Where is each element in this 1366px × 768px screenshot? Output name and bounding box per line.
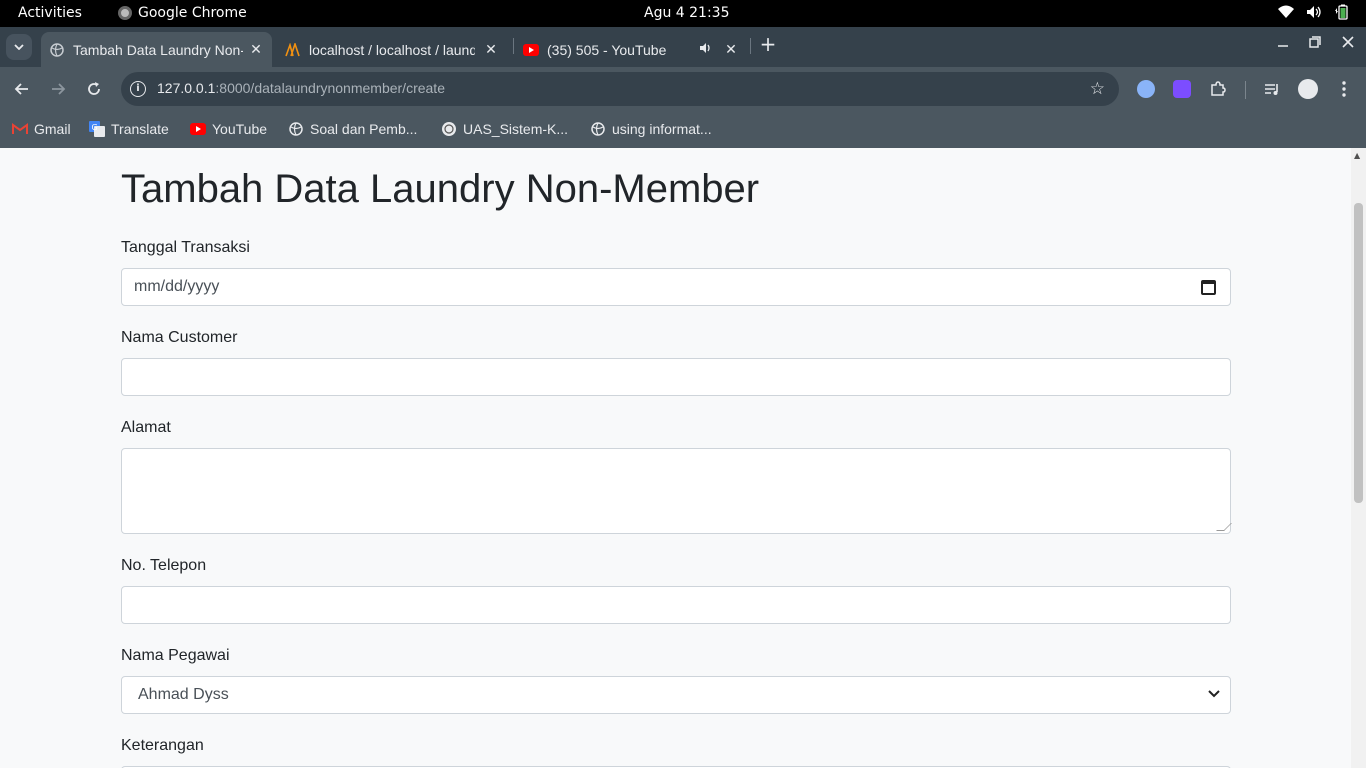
bookmark-soal-dan-pemb[interactable]: Soal dan Pemb...: [288, 119, 417, 139]
tab-title: (35) 505 - YouTube: [547, 41, 667, 58]
nama-pegawai-select[interactable]: Ahmad Dyss: [121, 676, 1231, 714]
extension-1-icon[interactable]: [1137, 80, 1155, 98]
university-icon: [441, 121, 457, 137]
extension-2-icon[interactable]: [1173, 80, 1191, 98]
no-telepon-label: No. Telepon: [121, 557, 207, 574]
minimize-button[interactable]: [1273, 36, 1293, 52]
clock[interactable]: Agu 4 21:35: [644, 5, 730, 21]
close-window-button[interactable]: [1338, 36, 1358, 52]
bookmark-youtube[interactable]: YouTube: [190, 119, 267, 139]
restore-icon: [1309, 36, 1321, 48]
bookmark-uas-sistem[interactable]: UAS_Sistem-K...: [441, 119, 568, 139]
tab-youtube[interactable]: (35) 505 - YouTube ✕: [515, 32, 747, 67]
tab-separator: [513, 38, 514, 54]
toolbar-divider: [1245, 81, 1246, 99]
youtube-icon: [190, 121, 206, 137]
page-title: Tambah Data Laundry Non-Member: [121, 167, 760, 211]
resize-handle-icon[interactable]: [1216, 523, 1232, 531]
svg-text:G: G: [92, 123, 98, 132]
nama-pegawai-label: Nama Pegawai: [121, 647, 230, 664]
media-controls-icon[interactable]: [1263, 80, 1281, 98]
tab-separator: [750, 38, 751, 54]
url-host: 127.0.0.1: [157, 80, 216, 96]
reload-button[interactable]: [84, 79, 104, 99]
close-tab-icon[interactable]: ✕: [248, 41, 264, 57]
bookmarks-bar: Gmail G Translate YouTube Soal dan Pemb.…: [0, 112, 1366, 148]
alamat-textarea[interactable]: [121, 448, 1232, 534]
bookmark-star-icon[interactable]: ☆: [1090, 79, 1105, 99]
battery-icon: [1334, 4, 1350, 20]
bookmark-label: YouTube: [212, 121, 268, 137]
nama-pegawai-selected: Ahmad Dyss: [138, 686, 229, 703]
address-bar[interactable]: i 127.0.0.1:8000/datalaundrynonmember/cr…: [121, 72, 1119, 106]
page-content: Tambah Data Laundry Non-Member Tanggal T…: [0, 148, 1351, 768]
new-tab-button[interactable]: +: [758, 34, 778, 54]
globe-icon: [590, 121, 606, 137]
browser-toolbar: i 127.0.0.1:8000/datalaundrynonmember/cr…: [0, 67, 1366, 112]
tanggal-transaksi-input[interactable]: mm/dd/yyyy: [121, 268, 1231, 306]
page-scrollbar[interactable]: ▲: [1351, 148, 1366, 768]
bookmark-label: Translate: [111, 121, 169, 137]
minimize-icon: [1278, 45, 1288, 47]
alamat-label: Alamat: [121, 419, 171, 436]
arrow-right-icon: [52, 83, 66, 95]
bookmark-label: using informat...: [612, 121, 712, 137]
tab-title: Tambah Data Laundry Non-Member: [73, 41, 243, 58]
close-icon: [1342, 36, 1354, 48]
bookmark-label: Soal dan Pemb...: [310, 121, 418, 137]
chrome-icon: [118, 6, 132, 20]
youtube-icon: [523, 42, 539, 58]
tab-search-button[interactable]: [6, 34, 32, 60]
bookmark-label: Gmail: [34, 121, 71, 137]
globe-icon: [49, 42, 65, 58]
activities-button[interactable]: Activities: [18, 5, 82, 21]
app-menu[interactable]: Google Chrome: [118, 5, 247, 21]
tanggal-transaksi-label: Tanggal Transaksi: [121, 239, 250, 256]
scrollbar-thumb[interactable]: [1354, 203, 1363, 503]
tab-title: localhost / localhost / laundry: [309, 41, 475, 58]
calendar-icon[interactable]: [1201, 280, 1216, 295]
scroll-up-icon[interactable]: ▲: [1354, 151, 1360, 160]
system-tray[interactable]: [1278, 4, 1350, 20]
tab-strip: Tambah Data Laundry Non-Member ✕ localho…: [0, 27, 1366, 67]
bookmark-using-informat[interactable]: using informat...: [590, 119, 712, 139]
bookmark-translate[interactable]: G Translate: [89, 119, 169, 139]
url-path: :8000/datalaundrynonmember/create: [215, 80, 445, 96]
menu-kebab-icon[interactable]: [1335, 80, 1353, 98]
keterangan-label: Keterangan: [121, 737, 204, 754]
phpmyadmin-icon: [285, 42, 301, 58]
gmail-icon: [12, 121, 28, 137]
no-telepon-input[interactable]: [121, 586, 1231, 624]
bookmark-label: UAS_Sistem-K...: [463, 121, 569, 137]
arrow-left-icon: [14, 83, 28, 95]
url-text[interactable]: 127.0.0.1:8000/datalaundrynonmember/crea…: [157, 80, 445, 96]
close-tab-icon[interactable]: ✕: [483, 41, 499, 57]
date-placeholder: mm/dd/yyyy: [134, 278, 220, 295]
chevron-down-icon: [1208, 687, 1220, 701]
site-info-icon[interactable]: i: [130, 81, 146, 97]
volume-icon: [1306, 4, 1322, 20]
extensions-puzzle-icon[interactable]: [1209, 80, 1227, 98]
tab-tambah-data[interactable]: Tambah Data Laundry Non-Member ✕: [41, 32, 272, 67]
globe-icon: [288, 121, 304, 137]
profile-avatar[interactable]: [1298, 79, 1318, 99]
back-button[interactable]: [12, 79, 32, 99]
nama-customer-label: Nama Customer: [121, 329, 238, 346]
restore-button[interactable]: [1305, 36, 1325, 52]
forward-button[interactable]: [48, 79, 68, 99]
tab-phpmyadmin[interactable]: localhost / localhost / laundry ✕: [277, 32, 507, 67]
wifi-icon: [1278, 4, 1294, 20]
audio-playing-icon[interactable]: [699, 41, 715, 57]
system-top-bar: Activities Google Chrome Agu 4 21:35: [0, 0, 1366, 27]
nama-customer-input[interactable]: [121, 358, 1231, 396]
reload-icon: [88, 82, 100, 95]
bookmark-gmail[interactable]: Gmail: [12, 119, 71, 139]
app-name: Google Chrome: [138, 5, 247, 21]
close-tab-icon[interactable]: ✕: [723, 41, 739, 57]
translate-icon: G: [89, 121, 105, 137]
chevron-down-icon: [14, 44, 24, 50]
